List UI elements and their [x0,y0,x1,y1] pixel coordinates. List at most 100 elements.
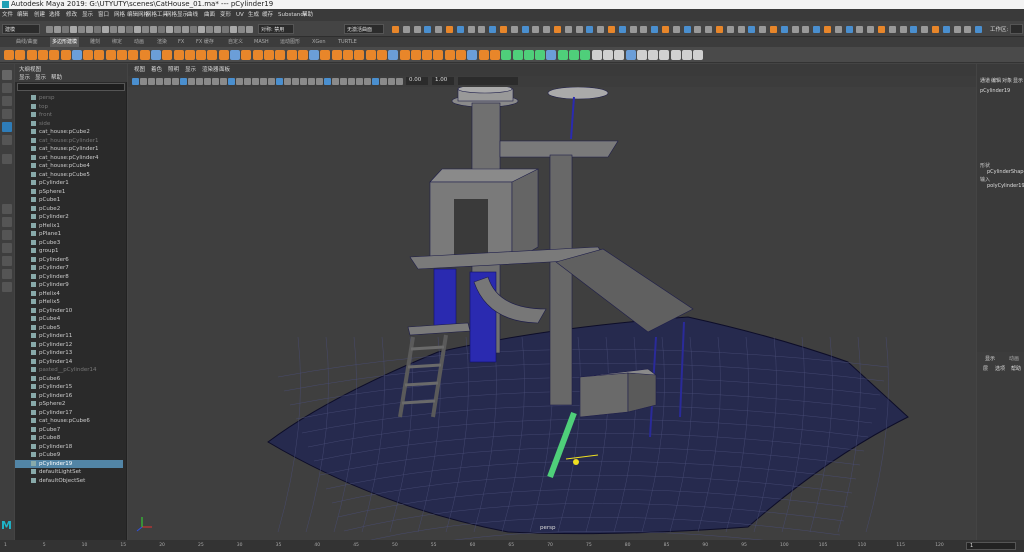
status-tool-icon[interactable] [158,26,165,33]
shelf-tool-icon[interactable] [83,50,94,60]
status-tool-icon[interactable] [238,26,245,33]
layout-four-icon[interactable] [2,217,12,227]
layer-menu-options[interactable]: 选项 [995,365,1005,372]
render-tool-icon[interactable] [824,26,831,33]
render-tool-icon[interactable] [510,26,518,33]
render-tool-icon[interactable] [910,26,918,33]
scale-tool-icon[interactable] [2,135,12,145]
shelf-tool-icon[interactable] [659,50,670,60]
menu-18[interactable]: 帮助 [302,9,313,21]
render-tool-icon[interactable] [618,26,626,33]
render-tool-icon[interactable] [705,26,713,33]
viewport-tool-icon[interactable] [332,78,339,85]
viewport-tool-icon[interactable] [340,78,347,85]
layout-outliner-icon[interactable] [2,256,12,266]
shelf-tool-icon[interactable] [297,50,308,60]
render-tool-icon[interactable] [878,26,885,33]
3d-scene[interactable]: persp [128,87,976,540]
menu-1[interactable]: 编辑 [17,9,28,21]
menu-11[interactable]: 曲线 [187,9,198,21]
viewport-tool-icon[interactable] [364,78,371,85]
shelf-tool-icon[interactable] [139,50,150,60]
umbrella-post[interactable] [547,87,609,140]
viewport-menu-5[interactable]: 面板 [219,64,230,76]
shelf-tool-icon[interactable] [37,50,48,60]
shelf-tool-icon[interactable] [422,50,433,60]
shelf-tool-icon[interactable] [105,50,116,60]
render-tool-icon[interactable] [932,26,939,33]
viewport-tool-icon[interactable] [380,78,387,85]
outliner-item[interactable]: top [15,103,123,112]
render-tool-icon[interactable] [942,26,950,33]
mode-selector[interactable]: 建模 [2,24,40,34]
render-tool-icon[interactable] [532,26,540,33]
viewport-menu-2[interactable]: 照明 [168,64,179,76]
render-tool-icon[interactable] [543,26,551,33]
render-tool-icon[interactable] [683,26,691,33]
outliner-item[interactable]: pCylinder13 [15,349,123,358]
shelf-tool-icon[interactable] [252,50,263,60]
shelf-tool-icon[interactable] [309,50,320,60]
outliner-item[interactable]: pCylinder9 [15,281,123,290]
render-tool-icon[interactable] [608,26,615,33]
viewport-tool-icon[interactable] [220,78,227,85]
shelf-tool-icon[interactable] [207,50,218,60]
menu-2[interactable]: 创建 [34,9,45,21]
menu-15[interactable]: 生成 [248,9,259,21]
move-tool-icon[interactable] [2,109,12,119]
outliner-item[interactable]: pCylinder12 [15,341,123,350]
shelf-tool-icon[interactable] [670,50,681,60]
layout-hypershade-icon[interactable] [2,282,12,292]
viewport-tool-icon[interactable] [284,78,291,85]
shelf-tool-icon[interactable] [71,50,82,60]
render-tool-icon[interactable] [489,26,497,33]
channelbox-tab-0[interactable]: 通道 [980,77,990,84]
rotate-tool-icon[interactable] [2,122,12,132]
viewport-tool-icon[interactable] [148,78,155,85]
status-tool-icon[interactable] [246,26,253,33]
outliner-item[interactable]: defaultObjectSet [15,477,123,486]
shelf-tool-icon[interactable] [365,50,376,60]
layout-stack-icon[interactable] [2,243,12,253]
outliner-item[interactable]: pCylinder18 [15,443,123,452]
render-tool-icon[interactable] [554,26,561,33]
shelf-tool-icon[interactable] [320,50,331,60]
time-slider[interactable]: 1 1 5 10 15 20 25 30 35 40 45 50 55 60 65 70 75 80 85 90 95… [0,540,1024,552]
status-tool-icon[interactable] [150,26,157,33]
outliner-item[interactable]: group1 [15,247,123,256]
status-tool-icon[interactable] [110,26,117,33]
viewport-tool-icon[interactable] [396,78,403,85]
outliner-item[interactable]: pCylinder16 [15,392,123,401]
spring-helix-left[interactable] [433,268,457,328]
shelf-tool-icon[interactable] [501,50,512,60]
status-tool-icon[interactable] [182,26,189,33]
shelf-tab-1[interactable]: 多边形建模 [50,37,80,47]
outliner-item[interactable]: pHelix1 [15,222,123,231]
shelf-tab-8[interactable]: 自定义 [226,37,245,47]
render-tool-icon[interactable] [975,26,983,33]
shelf-tool-icon[interactable] [580,50,591,60]
shelf-tool-icon[interactable] [376,50,387,60]
outliner-item[interactable]: side [15,120,123,129]
shelf-tool-icon[interactable] [467,50,478,60]
viewport-tool-icon[interactable] [228,78,235,85]
shelf-tool-icon[interactable] [489,50,500,60]
render-tool-icon[interactable] [446,26,453,33]
shelf-tab-7[interactable]: FX 缓存 [194,37,216,47]
render-tool-icon[interactable] [964,26,972,33]
render-tool-icon[interactable] [856,26,864,33]
lasso-tool-icon[interactable] [2,83,12,93]
outliner-item[interactable]: cat_house:pCylinder1 [15,137,123,146]
status-tool-icon[interactable] [126,26,133,33]
menu-14[interactable]: UV [236,9,244,21]
shelf-tool-icon[interactable] [162,50,173,60]
workspace-selector[interactable] [1010,24,1023,34]
outliner-item[interactable]: pHelix5 [15,298,123,307]
layout-side-icon[interactable] [2,230,12,240]
outliner-item[interactable]: defaultLightSet [15,468,123,477]
outliner-item[interactable]: pCube1 [15,196,123,205]
live-surface-field[interactable]: 无激活曲面 [344,24,384,34]
render-tool-icon[interactable] [575,26,583,33]
status-tool-icon[interactable] [86,26,93,33]
render-tool-icon[interactable] [467,26,475,33]
